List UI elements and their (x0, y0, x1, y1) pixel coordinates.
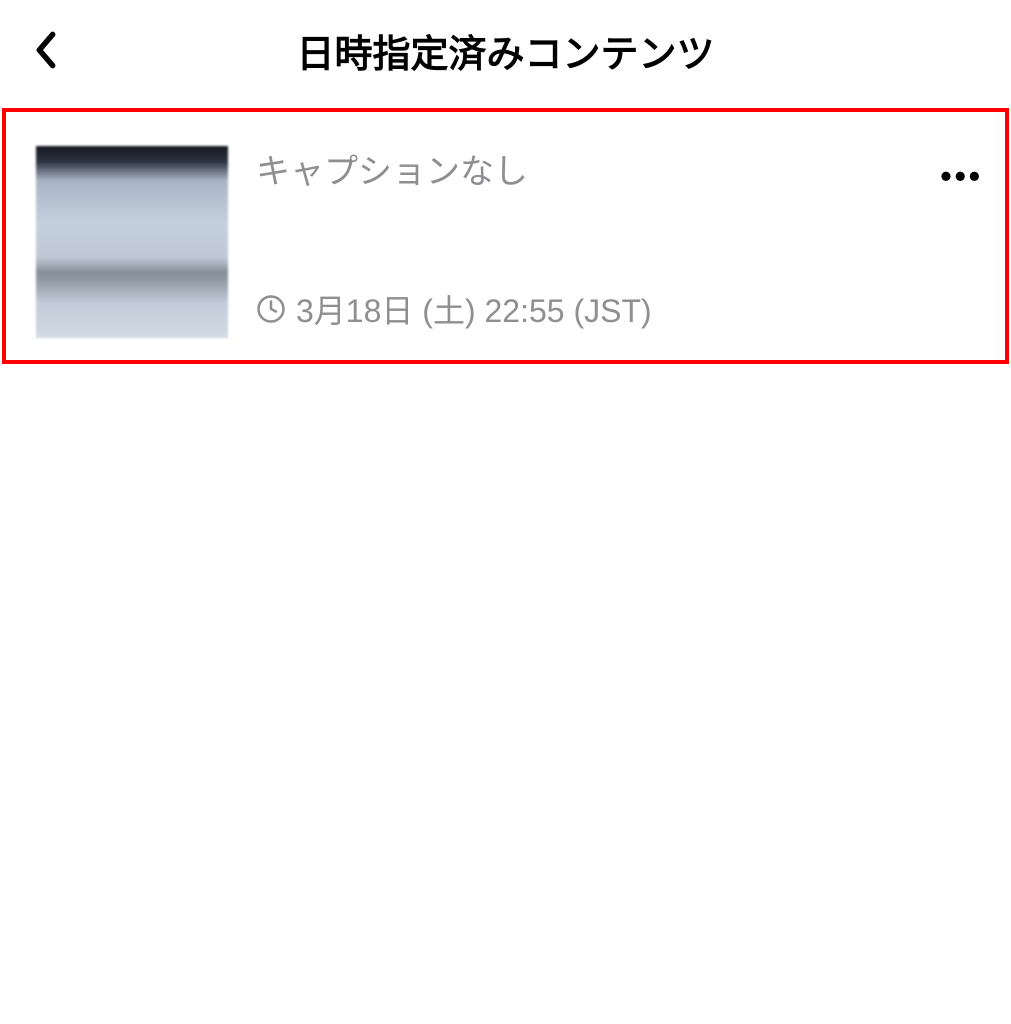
more-icon: ••• (940, 158, 983, 194)
caption-text: キャプションなし (256, 144, 975, 193)
scheduled-content-item[interactable]: キャプションなし 3月18日 (土) 22:55 (JST) (36, 146, 975, 338)
item-body: キャプションなし 3月18日 (土) 22:55 (JST) (228, 146, 975, 338)
schedule-row: 3月18日 (土) 22:55 (JST) (256, 286, 975, 332)
header: 日時指定済みコンテンツ (0, 0, 1011, 100)
more-options-button[interactable]: ••• (940, 160, 983, 192)
back-button[interactable] (24, 28, 68, 72)
page-title: 日時指定済みコンテンツ (16, 23, 995, 78)
content-thumbnail (36, 146, 228, 338)
clock-icon (256, 294, 286, 324)
schedule-text: 3月18日 (土) 22:55 (JST) (296, 286, 652, 332)
highlighted-item-container: キャプションなし 3月18日 (土) 22:55 (JST) (2, 108, 1009, 364)
chevron-left-icon (32, 30, 60, 70)
